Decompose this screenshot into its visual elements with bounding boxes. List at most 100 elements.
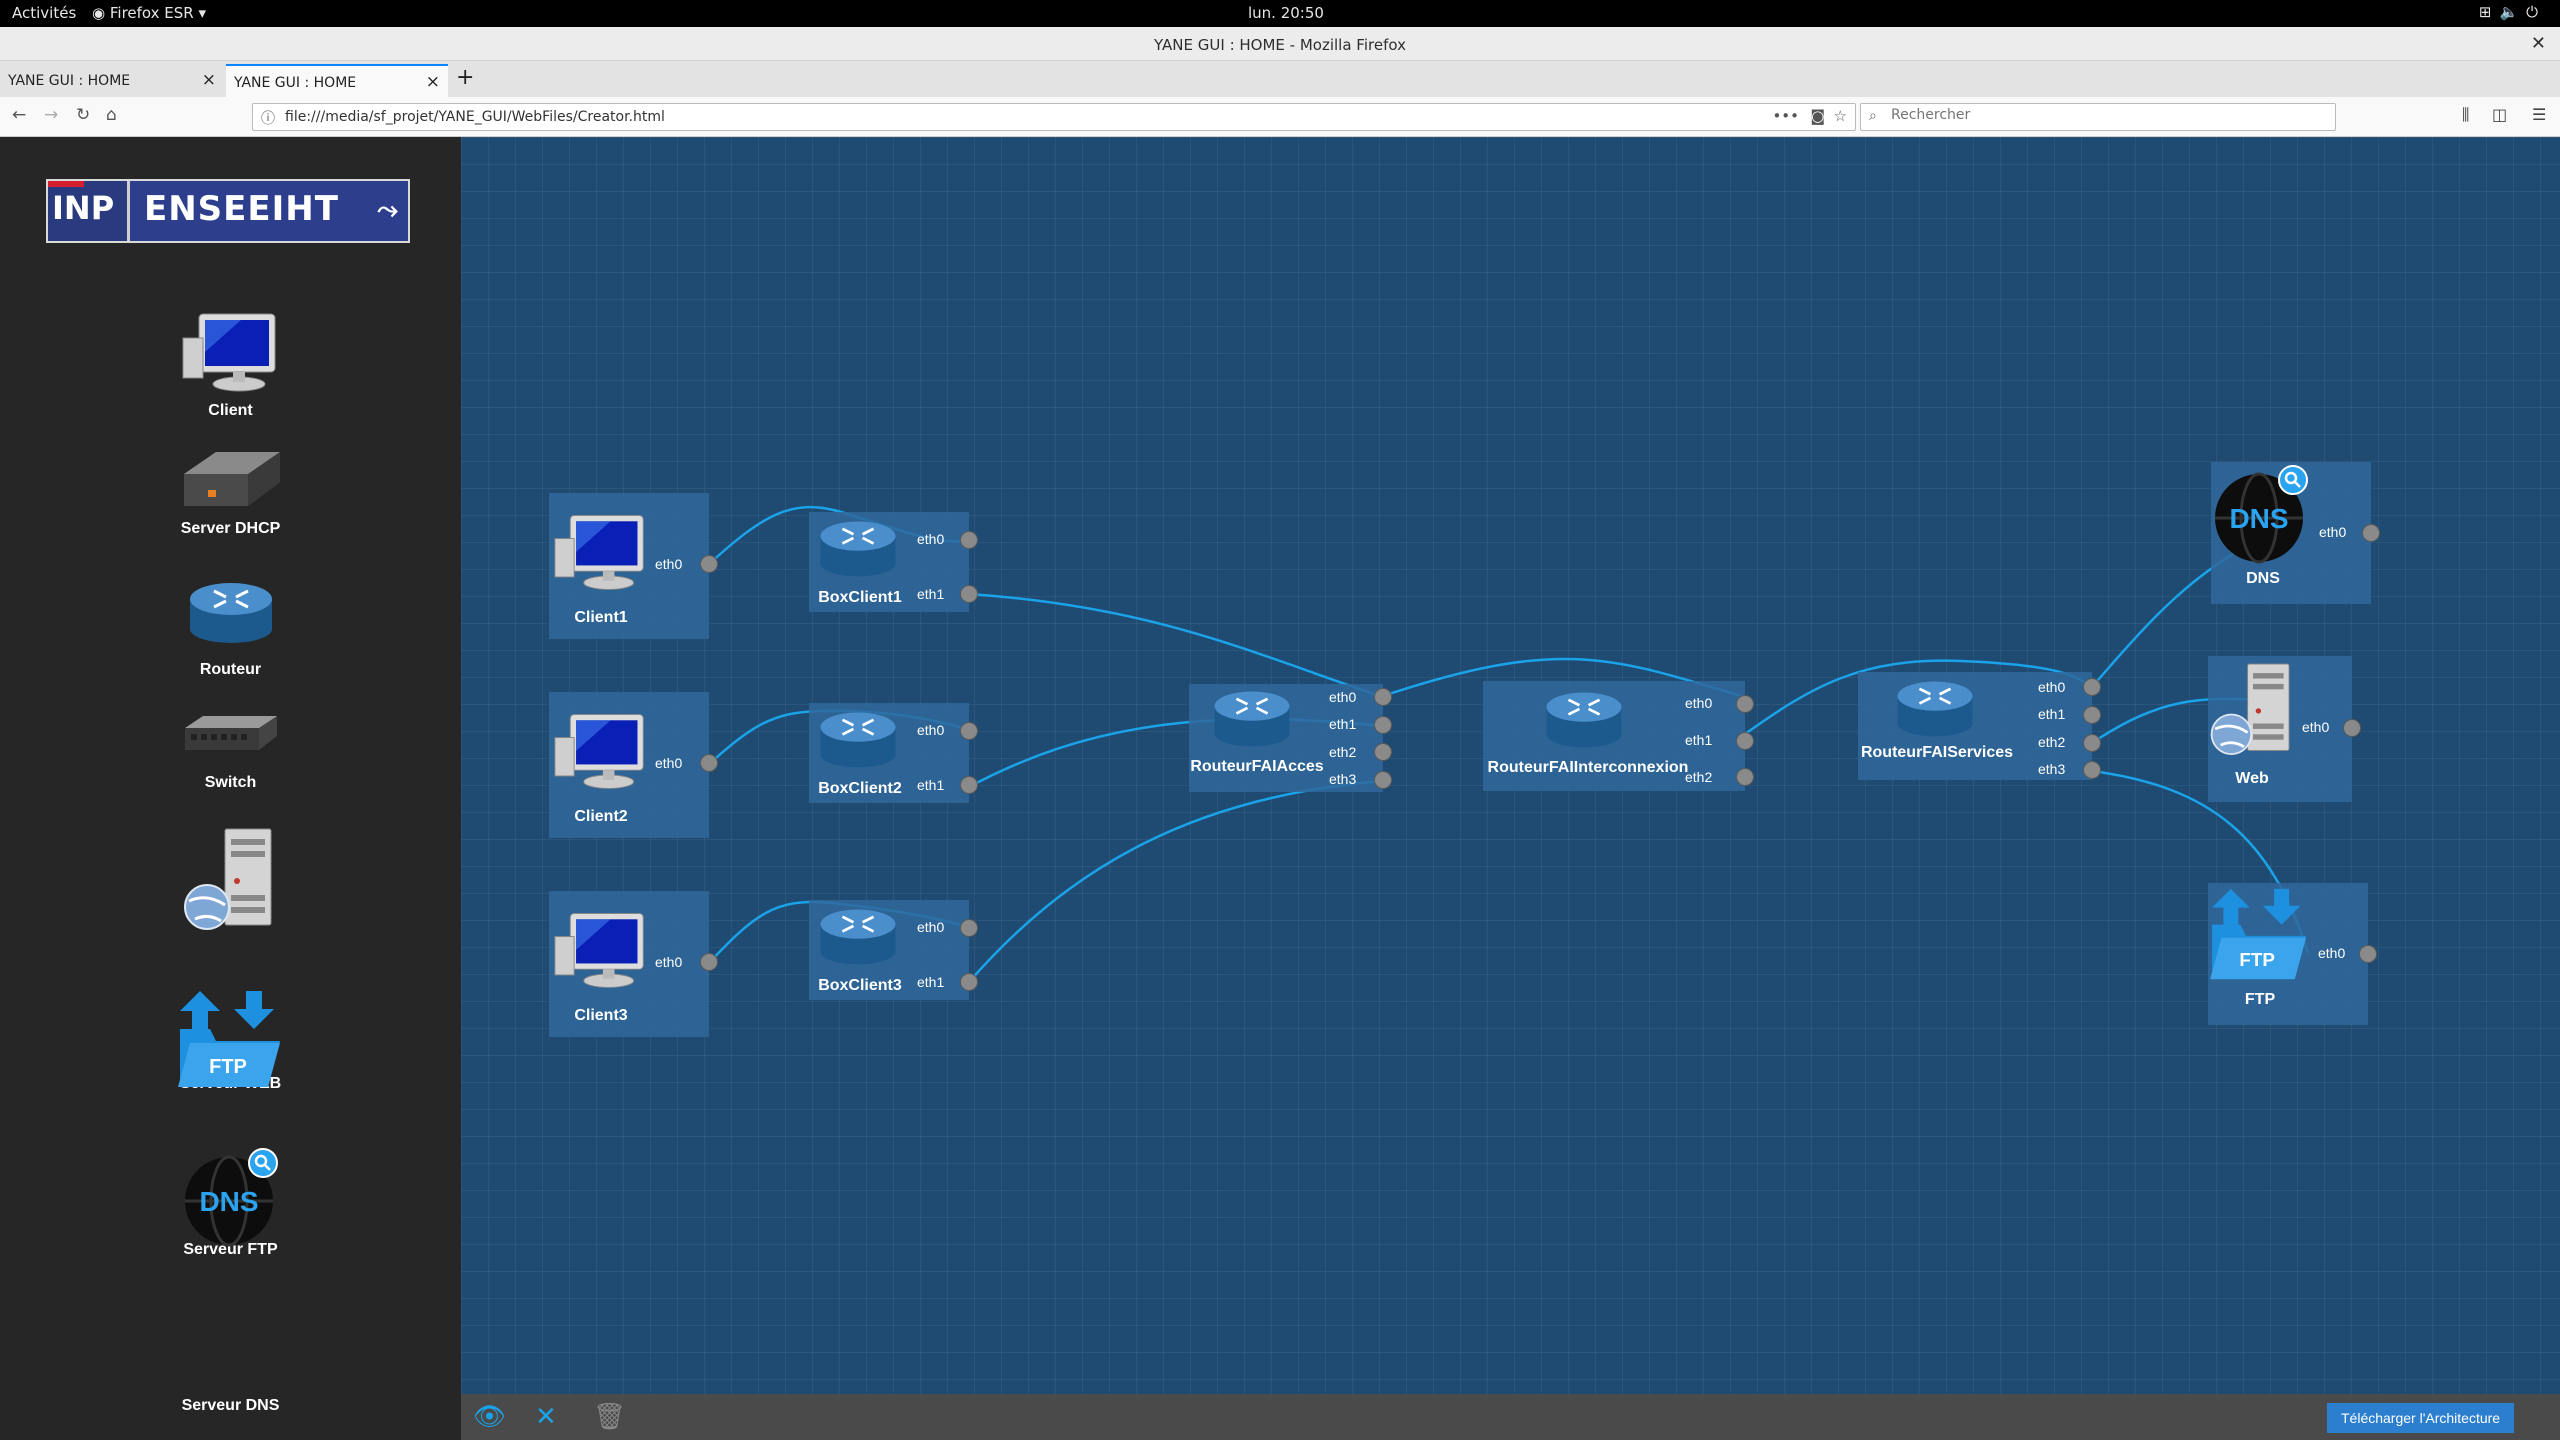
node-label-web: Web (2235, 770, 2269, 787)
new-tab-button[interactable]: + (456, 65, 474, 90)
enseeiht-logo: INP ENSEEIHT ⤳ (46, 179, 410, 243)
palette-label-switch: Switch (204, 774, 257, 791)
node-boxclient1[interactable]: eth0 eth1 BoxClient1 (809, 512, 978, 612)
home-icon[interactable]: ⌂ (106, 105, 117, 125)
logo-enseeiht: ENSEEIHT (144, 189, 339, 229)
eye-icon[interactable]: 👁 (473, 1402, 506, 1432)
node-boxclient2[interactable]: eth0 eth1 BoxClient2 (809, 703, 978, 803)
palette-item-dns-server[interactable]: DNS Serveur DNS (0, 1147, 461, 1414)
reload-icon[interactable]: ↻ (76, 105, 90, 125)
node-routeurfaiinterconnexion[interactable]: eth0 eth1 eth2 RouteurFAIInterconnexion (1483, 681, 1754, 791)
port-eth0[interactable] (2083, 678, 2101, 696)
cross-icon[interactable]: ✕ (535, 1402, 557, 1432)
search-bar[interactable]: ⌕ (1860, 103, 2336, 131)
port-eth0[interactable] (1736, 695, 1754, 713)
palette-item-dhcp[interactable]: Server DHCP (0, 444, 461, 544)
clock[interactable]: lun. 20:50 (1248, 4, 1324, 22)
palette-item-ftp-server[interactable]: FTP Serveur FTP (0, 989, 461, 1258)
tab-2[interactable]: YANE GUI : HOME × (226, 64, 448, 97)
port-label-eth1: eth1 (917, 777, 945, 793)
component-palette: INP ENSEEIHT ⤳ Client Server DHCP Routeu… (0, 137, 461, 1440)
canvas-toolbar: 👁 ✕ 🗑 Télécharger l'Architecture (461, 1394, 2560, 1440)
page-info-icon[interactable]: ⓘ (261, 108, 275, 128)
port-eth0[interactable] (2343, 719, 2361, 737)
trash-icon[interactable]: 🗑 (593, 1402, 626, 1432)
navigation-bar: ← → ↻ ⌂ ⓘ file:///media/sf_projet/YANE_G… (0, 97, 2560, 137)
port-eth0[interactable] (700, 953, 718, 971)
port-eth1[interactable] (1374, 716, 1392, 734)
port-eth2[interactable] (1374, 743, 1392, 761)
port-label-eth2: eth2 (1329, 744, 1357, 760)
system-tray[interactable]: ⊞🔈⏻ (2479, 3, 2546, 21)
search-input[interactable] (1891, 107, 2321, 123)
router-icon (1546, 692, 1622, 748)
port-eth0[interactable] (700, 555, 718, 573)
link-box1-acces[interactable] (968, 592, 1384, 699)
port-eth0[interactable] (1374, 688, 1392, 706)
port-eth0[interactable] (960, 919, 978, 937)
activities-button[interactable]: Activités (12, 4, 76, 22)
download-architecture-button[interactable]: Télécharger l'Architecture (2327, 1403, 2515, 1433)
node-label-client1: Client1 (574, 609, 628, 626)
port-eth1[interactable] (2083, 706, 2101, 724)
node-routeurfaiservices[interactable]: eth0 eth1 eth2 eth3 RouteurFAIServices (1858, 672, 2101, 780)
node-client2[interactable]: eth0 Client2 (549, 692, 718, 838)
port-eth0[interactable] (700, 754, 718, 772)
port-eth0[interactable] (960, 722, 978, 740)
port-eth0[interactable] (2362, 524, 2380, 542)
node-client1[interactable]: eth0 Client1 (549, 493, 718, 639)
port-eth3[interactable] (1374, 771, 1392, 789)
node-dns[interactable]: DNS eth0 DNS (2211, 462, 2380, 604)
forward-icon[interactable]: → (44, 105, 58, 125)
page-actions-icon[interactable]: ••• (1772, 107, 1799, 125)
node-web[interactable]: eth0 Web (2208, 656, 2361, 802)
ftp-node-icon-text: FTP (2239, 949, 2274, 970)
port-eth2[interactable] (2083, 734, 2101, 752)
network-canvas[interactable]: eth0 Client1 eth0 Client2 eth0 Client3 e… (461, 137, 2560, 1394)
port-label-eth0: eth0 (2038, 679, 2066, 695)
firefox-app-menu-label: Firefox ESR ▾ (109, 4, 206, 22)
firefox-app-menu[interactable]: ◉ Firefox ESR ▾ (92, 4, 206, 22)
palette-label-dns-server: Serveur DNS (181, 1397, 280, 1414)
menu-icon[interactable]: ☰ (2532, 105, 2546, 124)
bookmark-star-icon[interactable]: ☆ (1834, 107, 1847, 125)
ftp-icon-text: FTP (209, 1056, 247, 1078)
window-close-button[interactable]: ✕ (2531, 33, 2546, 54)
port-eth1[interactable] (960, 973, 978, 991)
computer-icon (554, 913, 644, 988)
tab-2-close-icon[interactable]: × (426, 72, 440, 92)
node-label-dns: DNS (2246, 570, 2280, 587)
port-eth1[interactable] (960, 585, 978, 603)
port-label-eth1: eth1 (917, 974, 945, 990)
tab-1[interactable]: YANE GUI : HOME × (0, 64, 224, 97)
router-icon (1897, 681, 1973, 737)
node-boxclient3[interactable]: eth0 eth1 BoxClient3 (809, 900, 978, 1000)
node-client3[interactable]: eth0 Client3 (549, 891, 718, 1037)
palette-label-router: Routeur (199, 661, 262, 678)
back-icon[interactable]: ← (12, 105, 26, 125)
port-label-eth0: eth0 (917, 722, 945, 738)
palette-item-router[interactable]: Routeur (0, 577, 461, 678)
node-label-routeurfaiacces: RouteurFAIAcces (1190, 758, 1324, 775)
port-eth2[interactable] (1736, 768, 1754, 786)
library-icon[interactable]: ⫼ (2462, 105, 2469, 125)
node-routeurfaiacces[interactable]: eth0 eth1 eth2 eth3 RouteurFAIAcces (1189, 684, 1392, 792)
port-eth0[interactable] (2359, 945, 2377, 963)
port-label-eth0: eth0 (655, 954, 683, 970)
sidebar-toggle-icon[interactable]: ◫ (2492, 105, 2507, 124)
pocket-icon[interactable]: ◙ (1810, 107, 1825, 125)
port-eth1[interactable] (960, 776, 978, 794)
port-eth0[interactable] (960, 531, 978, 549)
node-ftp[interactable]: FTP eth0 FTP (2208, 883, 2377, 1025)
url-text[interactable]: file:///media/sf_projet/YANE_GUI/WebFile… (285, 109, 665, 125)
url-bar[interactable]: ⓘ file:///media/sf_projet/YANE_GUI/WebFi… (252, 103, 1856, 131)
palette-item-switch[interactable]: Switch (0, 712, 461, 802)
port-eth1[interactable] (1736, 732, 1754, 750)
palette-item-client[interactable]: Client (0, 312, 461, 422)
palette-item-web-server[interactable]: Serveur WEB (0, 825, 461, 1092)
tab-1-label: YANE GUI : HOME (8, 73, 131, 89)
link-box3-acces[interactable] (968, 779, 1384, 983)
tab-1-close-icon[interactable]: × (202, 70, 216, 90)
port-eth3[interactable] (2083, 761, 2101, 779)
router-icon (1214, 691, 1290, 747)
